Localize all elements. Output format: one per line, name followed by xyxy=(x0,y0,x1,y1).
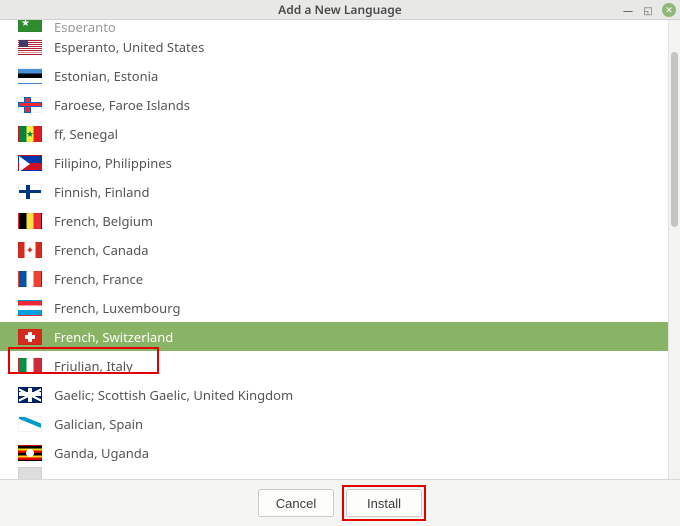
language-row[interactable]: Esperanto xyxy=(0,20,668,32)
language-label: Estonian, Estonia xyxy=(54,67,158,85)
flag-icon xyxy=(18,467,42,479)
scrollbar-thumb[interactable] xyxy=(671,52,678,226)
language-label: Filipino, Philippines xyxy=(54,154,172,172)
language-label: French, Luxembourg xyxy=(54,299,180,317)
language-row[interactable]: Estonian, Estonia xyxy=(0,61,668,90)
flag-icon xyxy=(18,416,42,432)
flag-icon xyxy=(18,68,42,84)
language-label: Esperanto xyxy=(54,20,116,32)
language-row[interactable]: Friulian, Italy xyxy=(0,351,668,380)
flag-icon xyxy=(18,242,42,258)
language-row[interactable]: French, Switzerland xyxy=(0,322,668,351)
window-controls: — ◱ ✕ xyxy=(622,0,676,19)
flag-icon xyxy=(18,184,42,200)
language-label: Esperanto, United States xyxy=(54,38,204,56)
window-title: Add a New Language xyxy=(278,1,402,18)
language-label: Ganda, Uganda xyxy=(54,444,149,462)
button-bar: Cancel Install xyxy=(0,480,680,526)
language-row[interactable]: Faroese, Faroe Islands xyxy=(0,90,668,119)
flag-icon xyxy=(18,387,42,403)
language-row[interactable]: Esperanto, United States xyxy=(0,32,668,61)
install-button[interactable]: Install xyxy=(346,489,422,517)
language-label: French, Switzerland xyxy=(54,328,173,346)
language-label: Faroese, Faroe Islands xyxy=(54,96,190,114)
flag-icon xyxy=(18,39,42,55)
language-row[interactable]: ff, Senegal xyxy=(0,119,668,148)
language-label: Finnish, Finland xyxy=(54,183,149,201)
language-list: Esperanto Esperanto, United States Estonia… xyxy=(0,20,680,480)
language-row[interactable]: Finnish, Finland xyxy=(0,177,668,206)
language-row[interactable] xyxy=(0,467,668,479)
dialog-window: Add a New Language — ◱ ✕ EsperantoEspera… xyxy=(0,0,680,526)
language-row[interactable]: French, Canada xyxy=(0,235,668,264)
flag-icon xyxy=(18,300,42,316)
language-row[interactable]: French, France xyxy=(0,264,668,293)
flag-icon xyxy=(18,445,42,461)
language-label: Friulian, Italy xyxy=(54,357,133,375)
minimize-icon[interactable]: — xyxy=(622,4,634,16)
flag-icon xyxy=(18,271,42,287)
flag-icon xyxy=(18,97,42,113)
language-label: ff, Senegal xyxy=(54,125,118,143)
language-label: French, Belgium xyxy=(54,212,153,230)
flag-icon xyxy=(18,20,42,32)
language-label: Gaelic; Scottish Gaelic, United Kingdom xyxy=(54,386,293,404)
language-label: Galician, Spain xyxy=(54,415,143,433)
scrollbar[interactable] xyxy=(668,20,680,479)
language-row[interactable]: Galician, Spain xyxy=(0,409,668,438)
flag-icon xyxy=(18,213,42,229)
language-row[interactable]: Filipino, Philippines xyxy=(0,148,668,177)
close-icon[interactable]: ✕ xyxy=(662,3,676,17)
language-label: French, France xyxy=(54,270,143,288)
flag-icon xyxy=(18,358,42,374)
maximize-icon[interactable]: ◱ xyxy=(642,4,654,16)
language-row[interactable]: French, Belgium xyxy=(0,206,668,235)
language-label: French, Canada xyxy=(54,241,148,259)
flag-icon xyxy=(18,126,42,142)
language-row[interactable]: Gaelic; Scottish Gaelic, United Kingdom xyxy=(0,380,668,409)
flag-icon xyxy=(18,329,42,345)
cancel-button[interactable]: Cancel xyxy=(258,489,334,517)
language-row[interactable]: French, Luxembourg xyxy=(0,293,668,322)
flag-icon xyxy=(18,155,42,171)
language-row[interactable]: Ganda, Uganda xyxy=(0,438,668,467)
titlebar: Add a New Language — ◱ ✕ xyxy=(0,0,680,20)
